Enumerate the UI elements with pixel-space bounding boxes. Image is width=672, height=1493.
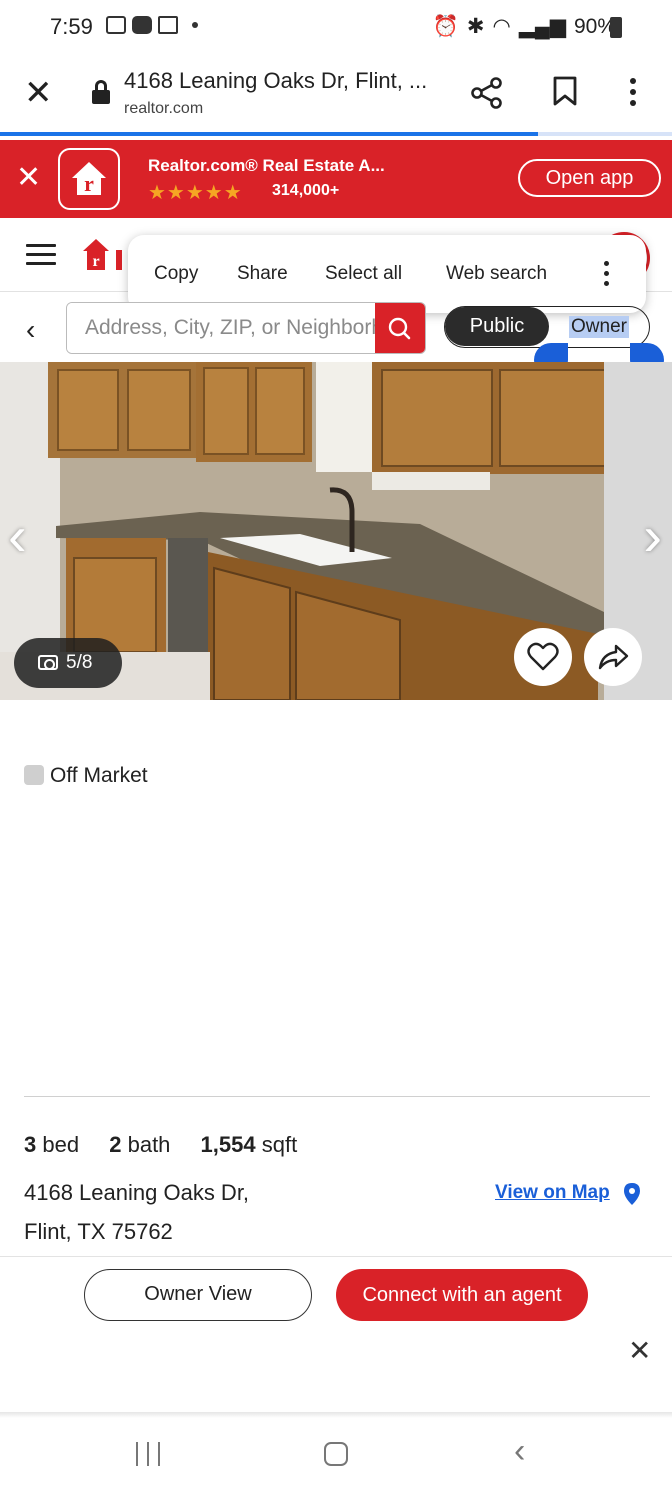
save-favorite-button[interactable] — [514, 628, 572, 686]
view-toggle: Public Owner — [444, 306, 650, 348]
photo-counter: 5/8 — [14, 638, 122, 688]
realtor-app-logo: r — [58, 148, 120, 210]
public-toggle-button[interactable]: Public — [445, 307, 549, 346]
page-domain[interactable]: realtor.com — [124, 100, 203, 118]
dismiss-icon[interactable]: ✕ — [628, 1337, 651, 1365]
hamburger-menu-icon[interactable] — [26, 244, 56, 266]
app-install-banner: ✕ r Realtor.com® Real Estate A... ★★★★★ … — [0, 140, 672, 218]
status-time: 7:59 — [50, 14, 93, 39]
back-icon[interactable]: ‹ — [514, 1434, 525, 1468]
rating-count: 314,000+ — [272, 182, 340, 199]
share-icon[interactable] — [470, 76, 504, 110]
banner-title: Realtor.com® Real Estate A... — [148, 156, 385, 175]
search-row: ‹ Public Owner — [0, 296, 672, 377]
lock-icon[interactable] — [92, 80, 110, 104]
share-listing-button[interactable] — [584, 628, 642, 686]
youtube-icon — [132, 16, 152, 34]
notification-dot-icon — [192, 22, 198, 28]
open-app-button[interactable]: Open app — [518, 159, 661, 197]
share-menu-item[interactable]: Share — [237, 263, 288, 285]
web-search-menu-item[interactable]: Web search — [446, 263, 547, 285]
listing-status: Off Market — [24, 764, 148, 788]
system-navigation-bar: ‹ — [0, 1418, 672, 1493]
gmail-icon — [158, 16, 178, 34]
browser-toolbar: ✕ 4168 Leaning Oaks Dr, Flint, ... realt… — [0, 58, 672, 134]
connect-agent-button[interactable]: Connect with an agent — [336, 1269, 588, 1321]
camera-icon — [38, 655, 58, 670]
browser-menu-icon[interactable] — [630, 78, 638, 108]
address-line-2: Flint, TX 75762 — [24, 1219, 173, 1244]
divider — [24, 1096, 650, 1097]
search-button[interactable] — [375, 303, 425, 353]
sqft-value: 1,554 — [200, 1132, 256, 1157]
more-options-icon[interactable] — [604, 261, 610, 291]
listing-status-text: Off Market — [50, 764, 148, 787]
baths-label: bath — [127, 1132, 171, 1157]
listing-photo[interactable]: ‹ › 5/8 — [0, 362, 672, 700]
view-on-map-link[interactable]: View on Map — [495, 1182, 610, 1204]
copy-menu-item[interactable]: Copy — [154, 263, 198, 285]
map-pin-icon[interactable] — [623, 1182, 641, 1206]
wifi-icon: ◠ — [492, 15, 511, 38]
share-arrow-icon — [598, 644, 629, 670]
select-all-menu-item[interactable]: Select all — [325, 263, 402, 285]
realtor-logo[interactable]: r — [82, 238, 132, 272]
sticky-action-bar: Owner View Connect with an agent ✕ — [0, 1256, 672, 1412]
owner-toggle-button[interactable]: Owner — [569, 316, 629, 338]
owner-view-button[interactable]: Owner View — [84, 1269, 312, 1321]
previous-photo-icon[interactable]: ‹ — [8, 508, 27, 564]
status-indicator-icon — [24, 765, 44, 785]
rating-stars-icon: ★★★★★ — [148, 182, 243, 204]
status-bar: 7:59 ⏰ ✱ ◠ ▂▄▆ 90% — [0, 0, 672, 58]
recent-apps-icon[interactable] — [136, 1442, 162, 1466]
close-tab-icon[interactable]: ✕ — [24, 76, 53, 110]
alarm-icon: ⏰ — [432, 14, 459, 38]
baths-value: 2 — [109, 1132, 122, 1157]
photo-counter-text: 5/8 — [66, 652, 93, 673]
beds-value: 3 — [24, 1132, 37, 1157]
property-facts: 3 bed 2 bath 1,554 sqft — [24, 1132, 297, 1158]
sqft-label: sqft — [261, 1132, 298, 1157]
search-box — [66, 302, 426, 354]
svg-text:r: r — [92, 253, 99, 270]
svg-text:r: r — [84, 171, 94, 196]
bookmark-icon[interactable] — [553, 76, 577, 106]
battery-icon — [610, 17, 622, 38]
gallery-icon — [106, 16, 126, 34]
bluetooth-icon: ✱ — [466, 15, 485, 38]
banner-close-icon[interactable]: ✕ — [16, 160, 41, 196]
beds-label: bed — [42, 1132, 80, 1157]
next-photo-icon[interactable]: › — [643, 508, 662, 564]
search-icon — [388, 317, 411, 340]
signal-icon: ▂▄▆ — [518, 15, 566, 38]
address-line-1: 4168 Leaning Oaks Dr, — [24, 1180, 250, 1205]
home-icon[interactable] — [324, 1442, 348, 1466]
back-chevron-icon[interactable]: ‹ — [26, 314, 35, 346]
heart-icon — [527, 642, 559, 671]
search-input[interactable] — [67, 303, 377, 353]
page-load-progress — [0, 132, 672, 136]
page-title[interactable]: 4168 Leaning Oaks Dr, Flint, ... — [124, 68, 444, 94]
